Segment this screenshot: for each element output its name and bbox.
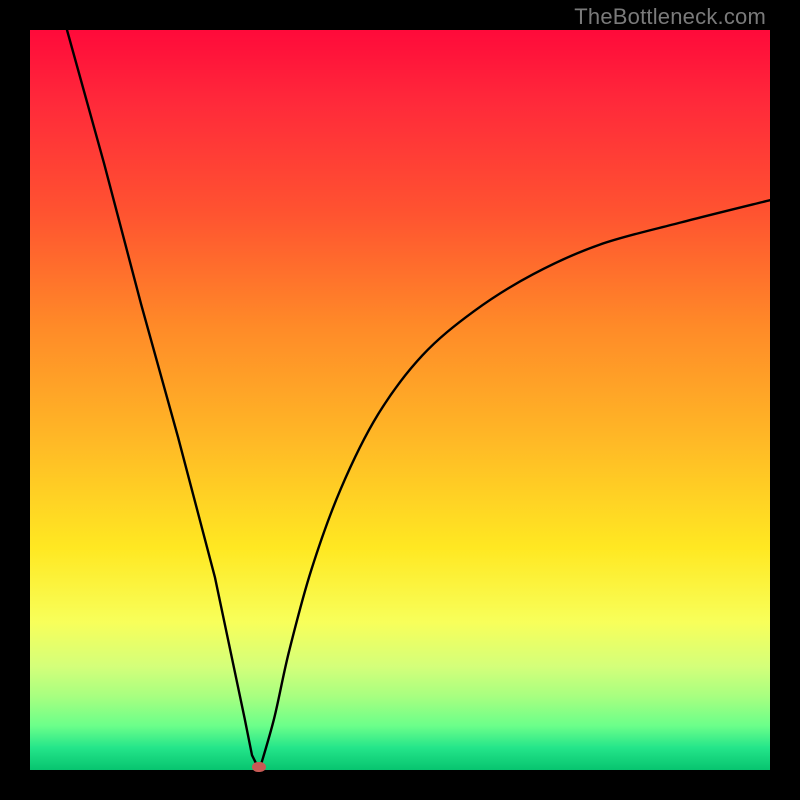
- plot-area: [30, 30, 770, 770]
- watermark-text: TheBottleneck.com: [574, 4, 766, 30]
- minimum-marker: [252, 762, 266, 772]
- bottleneck-curve: [30, 30, 770, 770]
- curve-path: [67, 30, 770, 774]
- chart-frame: TheBottleneck.com: [0, 0, 800, 800]
